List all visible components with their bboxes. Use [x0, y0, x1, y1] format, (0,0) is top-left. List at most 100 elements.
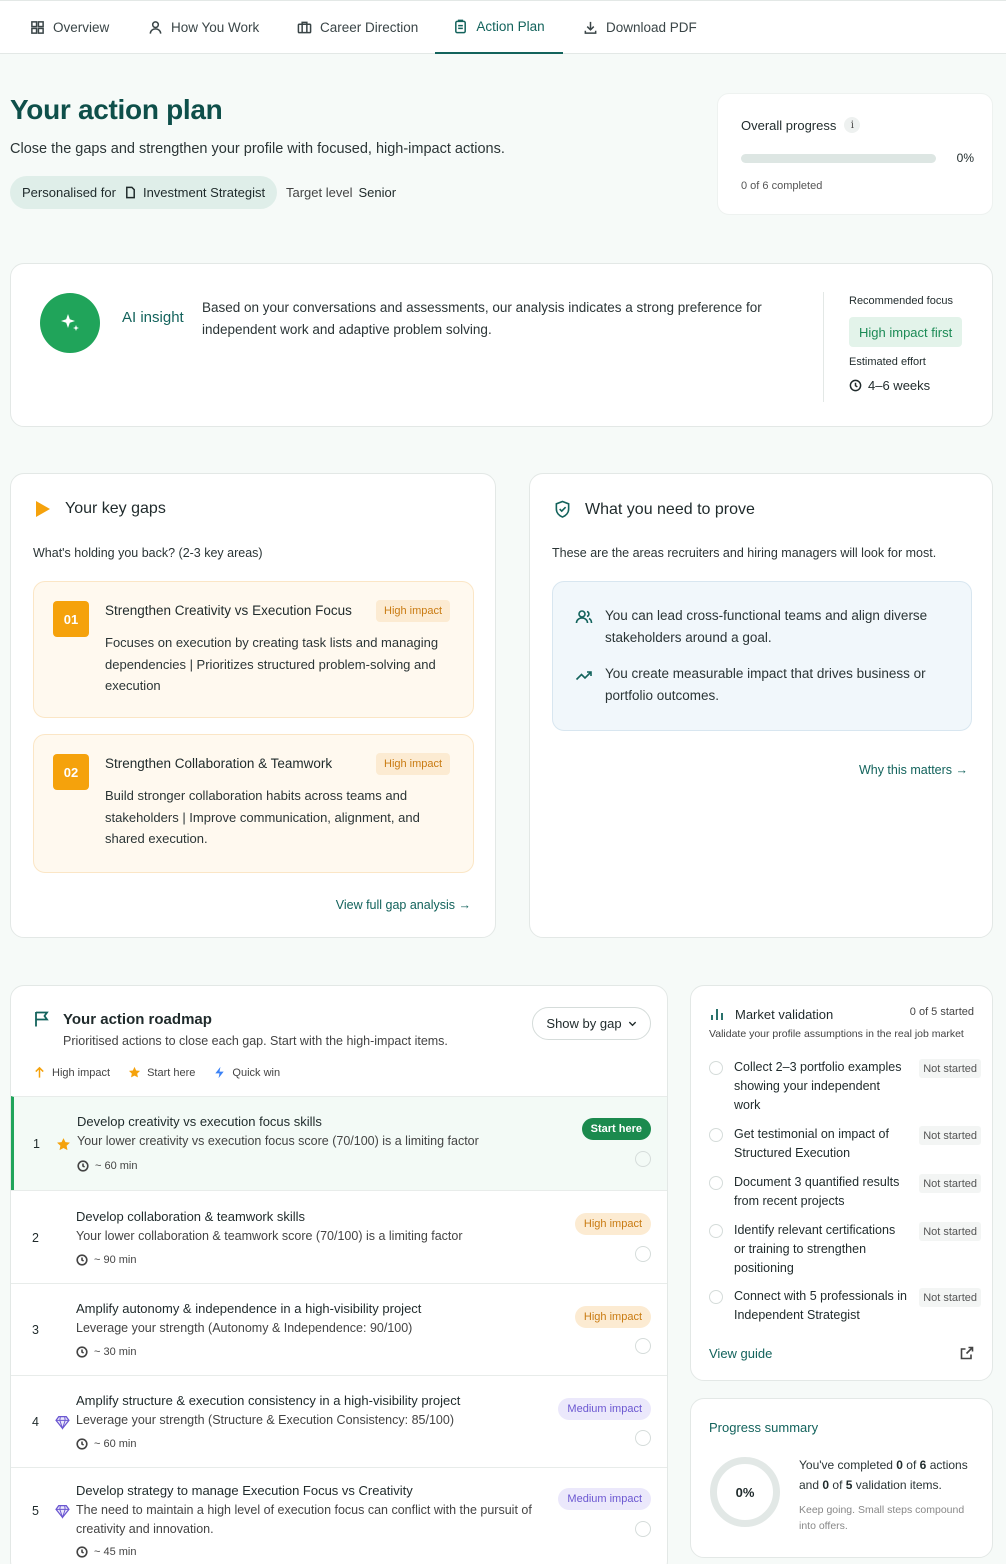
- show-by-dropdown[interactable]: Show by gap: [532, 1007, 651, 1040]
- complete-checkbox[interactable]: [635, 1246, 651, 1262]
- complete-checkbox[interactable]: [635, 1521, 651, 1537]
- roadmap-item[interactable]: 5 Develop strategy to manage Execution F…: [11, 1467, 667, 1564]
- roadmap-item[interactable]: 4 Amplify structure & execution consiste…: [11, 1375, 667, 1467]
- market-validation-started: 0 of 5 started: [909, 1006, 974, 1018]
- validation-item[interactable]: Identify relevant certifications or trai…: [709, 1221, 981, 1279]
- roadmap-item-time: ~ 90 min: [76, 1254, 137, 1266]
- view-guide-link[interactable]: View guide: [709, 1346, 772, 1361]
- show-by-label: Show by gap: [546, 1016, 622, 1031]
- roadmap-item[interactable]: 2 Develop collaboration & teamwork skill…: [11, 1190, 667, 1283]
- prove-list: You can lead cross-functional teams and …: [552, 581, 972, 731]
- page-title: Your action plan: [10, 94, 223, 125]
- validation-radio[interactable]: [709, 1061, 723, 1075]
- tab-career-direction[interactable]: Career Direction: [297, 1, 418, 54]
- ai-insight-text: Based on your conversations and assessme…: [202, 300, 762, 337]
- chevron-down-icon: [628, 1021, 636, 1027]
- clock-icon: [77, 1160, 89, 1172]
- overall-progress-label: Overall progress i: [741, 117, 861, 133]
- person-icon: [149, 21, 162, 34]
- arrow-up-icon: [35, 1066, 44, 1078]
- sparkle-icon: [40, 293, 100, 353]
- validation-text: Connect with 5 professionals in Independ…: [734, 1289, 908, 1322]
- time-text: ~ 60 min: [94, 1438, 137, 1450]
- tab-overview[interactable]: Overview: [30, 1, 109, 54]
- validation-item[interactable]: Document 3 quantified results from recen…: [709, 1173, 981, 1213]
- gap-item[interactable]: 01 Strengthen Creativity vs Execution Fo…: [33, 581, 474, 718]
- personalised-chip: Personalised for Investment Strategist: [10, 176, 278, 209]
- roadmap-item-title: Develop collaboration & teamwork skills: [76, 1209, 306, 1224]
- gap-number: 01: [53, 601, 89, 637]
- validation-text: Identify relevant certifications or trai…: [734, 1223, 896, 1275]
- gap-title: Strengthen Creativity vs Execution Focus: [105, 603, 352, 618]
- target-level: Target level Senior: [286, 185, 396, 200]
- complete-checkbox[interactable]: [635, 1338, 651, 1354]
- roadmap-item[interactable]: 1 Develop creativity vs execution focus …: [11, 1096, 667, 1190]
- impact-badge: High impact: [574, 1213, 651, 1235]
- status-badge: Not started: [919, 1059, 981, 1078]
- estimated-effort-value: 4–6 weeks: [849, 378, 930, 393]
- overall-progress-text: Overall progress: [741, 117, 837, 133]
- prove-subtitle: These are the areas recruiters and hirin…: [552, 546, 937, 560]
- tab-label: Career Direction: [320, 20, 419, 35]
- roadmap-title-text: Your action roadmap: [63, 1010, 212, 1028]
- tab-how-you-work[interactable]: How You Work: [148, 1, 259, 54]
- validation-text: Collect 2–3 portfolio examples showing y…: [734, 1060, 902, 1112]
- roadmap-item-desc: The need to maintain a high level of exe…: [76, 1503, 532, 1536]
- legend-label: High impact: [52, 1066, 111, 1079]
- effort-text: 4–6 weeks: [868, 378, 931, 393]
- validation-radio[interactable]: [709, 1224, 723, 1238]
- validation-item[interactable]: Connect with 5 professionals in Independ…: [709, 1287, 981, 1327]
- validation-item[interactable]: Get testimonial on impact of Structured …: [709, 1125, 981, 1165]
- impact-badge: High impact: [376, 600, 451, 622]
- gap-item[interactable]: 02 Strengthen Collaboration & Teamwork H…: [33, 734, 474, 873]
- clock-icon: [76, 1546, 88, 1558]
- role-name: Investment Strategist: [142, 185, 266, 200]
- info-icon[interactable]: i: [844, 117, 861, 133]
- flag-icon: [35, 1011, 49, 1027]
- roadmap-item[interactable]: 3 Amplify autonomy & independence in a h…: [11, 1283, 667, 1375]
- validation-item[interactable]: Collect 2–3 portfolio examples showing y…: [709, 1058, 981, 1114]
- progress-summary-note: Keep going. Small steps compound into of…: [799, 1504, 965, 1532]
- progress-summary-card: Progress summary 0% You've completed 0 o…: [690, 1398, 993, 1558]
- done-actions: 0: [896, 1458, 903, 1472]
- roadmap-legend: High impact Start here Quick win: [33, 1066, 280, 1079]
- roadmap-item-desc: Leverage your strength (Autonomy & Indep…: [76, 1321, 413, 1335]
- roadmap-item-title: Amplify autonomy & independence in a hig…: [76, 1301, 422, 1316]
- tab-action-plan[interactable]: Action Plan: [435, 1, 563, 54]
- roadmap-item-time: ~ 30 min: [76, 1346, 137, 1358]
- start-here-badge: Start here: [581, 1118, 651, 1140]
- roadmap-item-desc: Your lower collaboration & teamwork scor…: [76, 1229, 463, 1243]
- validation-radio[interactable]: [709, 1176, 723, 1190]
- total-actions: 6: [919, 1458, 927, 1472]
- validation-radio[interactable]: [709, 1128, 723, 1142]
- external-link-icon[interactable]: [960, 1346, 974, 1360]
- market-validation-title-text: Market validation: [735, 1006, 834, 1022]
- roadmap-item-title: Amplify structure & execution consistenc…: [76, 1393, 461, 1408]
- trend-up-icon: [575, 671, 592, 681]
- complete-checkbox[interactable]: [635, 1151, 651, 1167]
- why-this-matters-link[interactable]: Why this matters →: [859, 763, 968, 777]
- estimated-effort-label: Estimated effort: [849, 356, 926, 368]
- recommended-focus-label: Recommended focus: [849, 295, 953, 307]
- view-gap-analysis-link[interactable]: View full gap analysis →: [336, 898, 471, 912]
- market-validation-card: Market validation 0 of 5 started Validat…: [690, 985, 993, 1381]
- market-validation-subtitle: Validate your profile assumptions in the…: [709, 1028, 964, 1040]
- roadmap-item-title: Develop strategy to manage Execution Foc…: [76, 1483, 413, 1498]
- star-icon: [129, 1066, 141, 1078]
- overall-progress-bar: [741, 154, 936, 163]
- play-icon: [36, 501, 50, 517]
- key-gaps-title-text: Your key gaps: [65, 500, 166, 517]
- gap-description: Focuses on execution by creating task li…: [105, 635, 439, 693]
- validation-radio[interactable]: [709, 1290, 723, 1304]
- impact-badge: Medium impact: [558, 1488, 651, 1510]
- validation-text: Document 3 quantified results from recen…: [734, 1175, 900, 1208]
- target-label: Target level: [286, 185, 353, 200]
- tab-bar: Overview How You Work Career Direction A…: [0, 0, 1006, 54]
- complete-checkbox[interactable]: [635, 1430, 651, 1446]
- shield-check-icon: [555, 500, 570, 518]
- roadmap-item-title: Develop creativity vs execution focus sk…: [77, 1114, 322, 1129]
- roadmap-item-number: 1: [33, 1137, 40, 1151]
- tab-download-pdf[interactable]: Download PDF: [583, 1, 697, 54]
- impact-badge: High impact: [376, 753, 451, 775]
- page-subtitle: Close the gaps and strengthen your profi…: [10, 141, 505, 157]
